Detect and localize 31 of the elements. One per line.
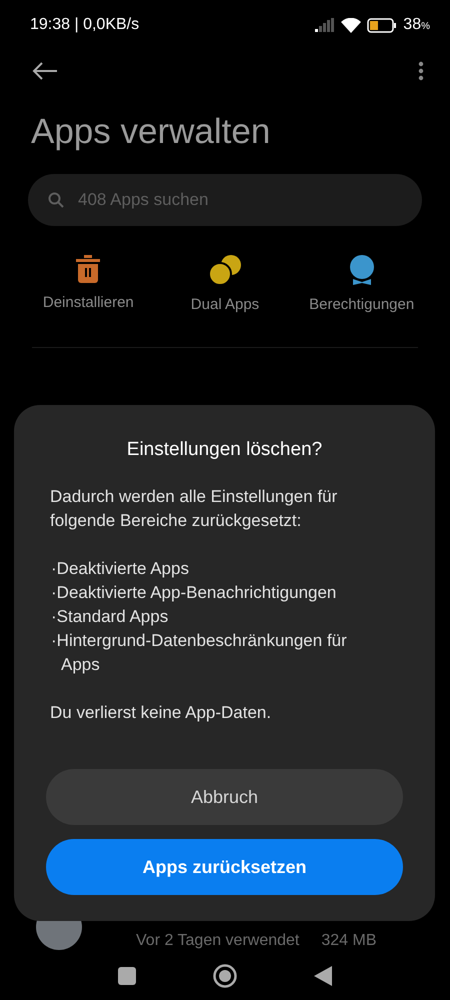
- shortcut-label[interactable]: Deinstallieren: [42, 294, 134, 311]
- last-used-text: Vor 2 Tagen verwendet: [136, 932, 300, 950]
- circles-icon: [208, 254, 242, 286]
- recents-icon[interactable]: [118, 967, 136, 985]
- search-icon: [48, 192, 64, 208]
- battery-icon: [367, 18, 398, 32]
- dialog-note: Du verlierst keine App-Daten.: [50, 702, 272, 724]
- shortcut-label[interactable]: Dual Apps: [190, 296, 260, 313]
- back-nav-icon[interactable]: [314, 966, 332, 986]
- home-icon[interactable]: [212, 964, 237, 988]
- reset-button[interactable]: Apps zurücksetzen: [46, 839, 403, 895]
- search-field[interactable]: 408 Apps suchen: [28, 174, 422, 226]
- status-time: 19:38 | 0,0KB/s: [30, 16, 140, 34]
- dialog-title: Einstellungen löschen?: [126, 439, 324, 461]
- page-title: Apps verwalten: [31, 112, 272, 153]
- shortcut-label[interactable]: Berechtigungen: [309, 296, 414, 313]
- list-item: ·Deaktivierte App-Benachrichtigungen: [50, 582, 338, 604]
- back-icon[interactable]: [32, 62, 58, 80]
- wifi-icon: [341, 18, 362, 32]
- app-size: 324 MB: [321, 932, 377, 950]
- dialog-text: Dadurch werden alle Einstellungen für folgende Bereiche zurückgesetzt:: [50, 486, 338, 532]
- search-input[interactable]: 408 Apps suchen: [76, 189, 402, 211]
- list-item: ·Standard Apps: [50, 606, 170, 628]
- trash-icon: [75, 254, 102, 284]
- list-item: ·Deaktivierte Apps: [50, 558, 190, 580]
- cancel-button[interactable]: Abbruch: [46, 769, 403, 825]
- list-item: ·Hintergrund-Datenbeschränkungen für Apps: [50, 630, 348, 676]
- more-icon[interactable]: [418, 61, 424, 81]
- signal-icon: [315, 18, 336, 32]
- battery-percent: 38%: [403, 16, 430, 34]
- badge-icon: [348, 254, 375, 286]
